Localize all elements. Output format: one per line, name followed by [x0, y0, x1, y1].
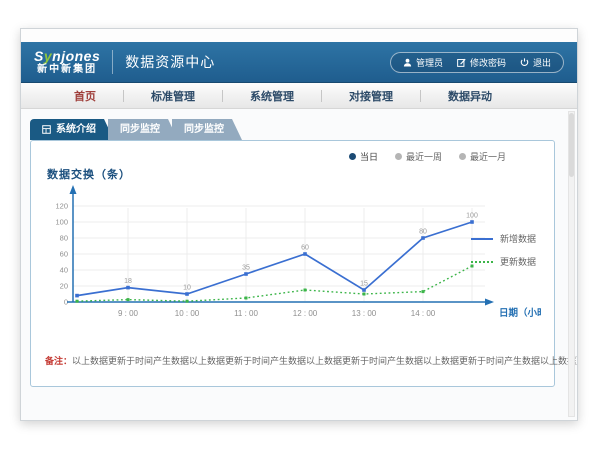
user-menu-label: 修改密码 [470, 56, 506, 69]
chart-y-axis-title: 数据交换（条） [47, 166, 540, 182]
tab-label: 系统介绍 [56, 119, 96, 140]
main-nav: 首页标准管理系统管理对接管理数据异动 [21, 83, 577, 109]
tab-1[interactable]: 同步监控 [108, 119, 178, 140]
x-tick-label: 9 : 00 [118, 309, 139, 318]
radio-dot-icon [459, 153, 466, 160]
tab-label: 同步监控 [184, 119, 224, 140]
tab-2[interactable]: 同步监控 [172, 119, 242, 140]
legend-item-0[interactable]: 新增数据 [471, 232, 536, 245]
data-point [126, 286, 130, 290]
nav-item-0[interactable]: 首页 [47, 88, 123, 104]
x-axis-arrow-icon [485, 299, 494, 306]
data-point [303, 252, 307, 256]
x-axis-title: 日期（小时） [499, 307, 541, 319]
chart-panel: 当日最近一周最近一月 数据交换（条） 0204060801001209 : 00… [30, 140, 555, 387]
x-tick-label: 10 : 00 [175, 309, 200, 318]
legend-swatch-icon [471, 238, 493, 240]
series-line-0 [77, 222, 472, 296]
tab-bar: 系统介绍 同步监控 同步监控 [30, 119, 577, 140]
nav-item-2[interactable]: 系统管理 [223, 88, 321, 104]
data-point-label: 100 [466, 213, 478, 220]
edit-icon [457, 58, 466, 67]
data-point-label: 10 [183, 285, 191, 292]
legend-label: 更新数据 [500, 255, 536, 268]
x-tick-label: 13 : 00 [352, 309, 377, 318]
chart-svg: 0204060801001209 : 0010 : 0011 : 0012 : … [49, 182, 541, 332]
tab-grid-icon [42, 125, 51, 134]
chart-area: 数据交换（条） 0204060801001209 : 0010 : 0011 :… [45, 166, 540, 342]
tab-label: 同步监控 [120, 119, 160, 140]
data-point [127, 298, 130, 301]
nav-item-4[interactable]: 数据异动 [421, 88, 519, 104]
data-point [422, 290, 425, 293]
radio-dot-icon [349, 153, 356, 160]
y-tick-label: 100 [55, 218, 68, 227]
data-point [185, 292, 189, 296]
x-tick-label: 12 : 00 [293, 309, 318, 318]
x-tick-label: 11 : 00 [234, 309, 258, 318]
period-option-0[interactable]: 当日 [349, 150, 378, 162]
window-top-strip [21, 29, 577, 42]
footer-note: 备注：以上数据更新于时间产生数据以上数据更新于时间产生数据以上数据更新于时间产生… [45, 354, 540, 367]
logo: Synjones 新中新集团 [34, 49, 100, 75]
x-tick-label: 14 : 00 [411, 309, 436, 318]
period-option-label: 当日 [360, 150, 378, 163]
series-line-1 [77, 266, 472, 301]
y-tick-label: 80 [60, 234, 68, 243]
period-option-2[interactable]: 最近一月 [459, 150, 506, 162]
tab-0[interactable]: 系统介绍 [30, 119, 114, 140]
header: Synjones 新中新集团 数据资源中心 管理员 修改密码 退出 [21, 42, 577, 83]
legend-label: 新增数据 [500, 232, 536, 245]
user-menu-item-2[interactable]: 退出 [520, 56, 551, 69]
y-tick-label: 120 [55, 202, 68, 211]
logo-subtitle: 新中新集团 [37, 65, 97, 75]
data-point [75, 294, 79, 298]
user-icon [403, 58, 412, 67]
data-point [76, 300, 79, 303]
footer-note-label: 备注： [45, 356, 72, 366]
user-menu-label: 退出 [533, 56, 551, 69]
data-point [245, 297, 248, 300]
data-point-label: 60 [301, 245, 309, 252]
content-area: 系统介绍同步监控同步监控 当日最近一周最近一月 数据交换（条） 02040608… [21, 109, 577, 420]
period-option-label: 最近一周 [406, 150, 442, 163]
user-menu-item-0[interactable]: 管理员 [403, 56, 443, 69]
nav-item-1[interactable]: 标准管理 [124, 88, 222, 104]
period-option-1[interactable]: 最近一周 [395, 150, 442, 162]
radio-dot-icon [395, 153, 402, 160]
data-point [244, 272, 248, 276]
data-point-label: 35 [242, 265, 250, 272]
data-point-label: 15 [360, 281, 368, 288]
page-title: 数据资源中心 [125, 52, 215, 72]
data-point [363, 293, 366, 296]
period-selector: 当日 最近一周 最近一月 [45, 150, 506, 162]
footer-note-text: 以上数据更新于时间产生数据以上数据更新于时间产生数据以上数据更新于时间产生数据以… [72, 356, 578, 366]
data-point [186, 300, 189, 303]
y-tick-label: 60 [60, 250, 68, 259]
app-window: Synjones 新中新集团 数据资源中心 管理员修改密码退出 首页标准管理系统… [20, 28, 578, 421]
nav-item-3[interactable]: 对接管理 [322, 88, 420, 104]
header-divider [112, 50, 113, 74]
user-menu: 管理员 修改密码 退出 [390, 52, 564, 73]
data-point-label: 18 [124, 278, 132, 285]
user-menu-label: 管理员 [416, 56, 443, 69]
data-point [304, 289, 307, 292]
logout-icon [520, 58, 529, 67]
logo-title: Synjones [34, 49, 100, 63]
period-option-label: 最近一月 [470, 150, 506, 163]
legend-swatch-icon [471, 261, 493, 263]
y-axis-arrow-icon [70, 185, 77, 194]
y-tick-label: 20 [60, 282, 68, 291]
data-point [470, 220, 474, 224]
legend-item-1[interactable]: 更新数据 [471, 255, 536, 268]
user-menu-item-1[interactable]: 修改密码 [457, 56, 506, 69]
data-point [362, 288, 366, 292]
chart-legend: 新增数据更新数据 [471, 232, 536, 268]
data-point [421, 236, 425, 240]
data-point-label: 80 [419, 229, 427, 236]
vertical-scrollbar[interactable] [568, 111, 575, 417]
y-tick-label: 40 [60, 266, 68, 275]
